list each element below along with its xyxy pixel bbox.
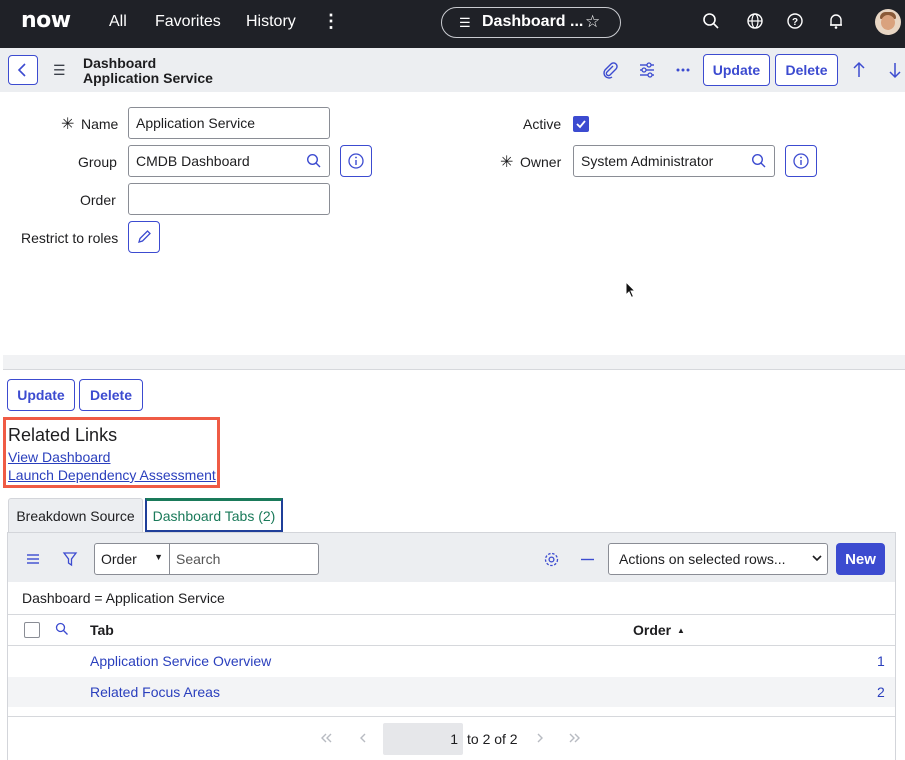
- name-field[interactable]: Application Service: [128, 107, 330, 139]
- globe-icon[interactable]: [746, 12, 768, 34]
- caret-down-icon: ▼: [154, 552, 163, 562]
- row-order-value[interactable]: 2: [877, 684, 885, 700]
- column-header-tab[interactable]: Tab: [90, 622, 114, 638]
- owner-label: Owner: [520, 154, 562, 170]
- filter-condition-breadcrumb[interactable]: Dashboard = Application Service: [22, 590, 225, 606]
- back-button[interactable]: [8, 55, 38, 85]
- actions-on-selected-rows-select[interactable]: Actions on selected rows...: [608, 543, 828, 575]
- select-all-checkbox[interactable]: [24, 622, 40, 638]
- next-record-arrow-icon[interactable]: [885, 60, 905, 80]
- actions-select-value: Actions on selected rows...: [619, 551, 786, 567]
- info-icon: [348, 153, 364, 169]
- nav-history[interactable]: History: [246, 13, 296, 31]
- bottom-delete-button[interactable]: Delete: [79, 379, 143, 411]
- divider: [3, 369, 905, 370]
- previous-page-icon[interactable]: [356, 731, 370, 748]
- next-page-icon[interactable]: [533, 731, 547, 748]
- page-number-input[interactable]: 1: [383, 723, 463, 755]
- first-page-icon[interactable]: [319, 731, 333, 748]
- help-icon[interactable]: ?: [786, 12, 808, 34]
- group-label: Group: [78, 154, 117, 170]
- order-label: Order: [80, 192, 116, 208]
- servicenow-logo[interactable]: now: [21, 8, 71, 33]
- required-indicator: ✳: [500, 154, 514, 171]
- owner-lookup-button[interactable]: [743, 145, 775, 177]
- tab-dashboard-tabs[interactable]: Dashboard Tabs (2): [145, 498, 283, 532]
- sort-ascending-icon: ▲: [677, 626, 685, 635]
- dashboard-pill-title: Dashboard ...: [482, 13, 584, 30]
- launch-dependency-assessment-link[interactable]: Launch Dependency Assessment: [8, 467, 216, 483]
- update-button[interactable]: Update: [703, 54, 770, 86]
- user-avatar[interactable]: [875, 9, 901, 35]
- edit-roles-button[interactable]: [128, 221, 160, 253]
- bottom-update-button[interactable]: Update: [7, 379, 75, 411]
- collapse-list-icon[interactable]: [579, 551, 596, 571]
- row-tab-link[interactable]: Related Focus Areas: [90, 684, 220, 700]
- list-menu-icon[interactable]: [25, 551, 41, 570]
- search-field-select[interactable]: Order ▼: [94, 543, 170, 575]
- group-info-button[interactable]: [340, 145, 372, 177]
- view-dashboard-link[interactable]: View Dashboard: [8, 449, 110, 465]
- divider: [8, 716, 895, 717]
- new-button[interactable]: New: [836, 543, 885, 575]
- last-page-icon[interactable]: [568, 731, 582, 748]
- search-icon: [306, 153, 320, 168]
- active-checkbox[interactable]: [573, 116, 589, 132]
- notifications-bell-icon[interactable]: [827, 12, 849, 34]
- required-indicator: ✳: [61, 116, 75, 133]
- owner-field[interactable]: System Administrator: [573, 145, 744, 177]
- filter-icon[interactable]: [62, 551, 78, 570]
- delete-button[interactable]: Delete: [775, 54, 838, 86]
- search-icon[interactable]: [702, 12, 724, 34]
- group-lookup-button[interactable]: [298, 145, 330, 177]
- nav-all[interactable]: All: [109, 13, 127, 31]
- related-links-title: Related Links: [8, 425, 118, 445]
- record-type-title: Dashboard: [83, 55, 157, 71]
- more-options-icon[interactable]: [673, 60, 693, 80]
- name-label: Name: [81, 116, 119, 132]
- list-search-input[interactable]: Search: [169, 543, 319, 575]
- record-name-title: Application Service: [83, 70, 213, 86]
- mouse-cursor: [625, 280, 637, 302]
- nav-more-icon[interactable]: ⋮: [322, 11, 340, 32]
- list-settings-gear-icon[interactable]: [543, 551, 560, 571]
- info-icon: [793, 153, 809, 169]
- previous-record-arrow-icon[interactable]: [849, 60, 869, 80]
- search-icon: [751, 153, 765, 168]
- divider: [8, 614, 895, 615]
- row-tab-link[interactable]: Application Service Overview: [90, 653, 271, 669]
- form-section-spacer: [3, 355, 905, 369]
- column-search-icon[interactable]: [55, 622, 69, 639]
- tab-breakdown-source[interactable]: Breakdown Source: [8, 498, 143, 532]
- nav-favorites[interactable]: Favorites: [155, 13, 221, 31]
- list-icon: ☰: [459, 15, 471, 30]
- active-label: Active: [523, 116, 562, 132]
- order-field[interactable]: [128, 183, 330, 215]
- dashboard-context-pill[interactable]: ☰ Dashboard ... ☆: [441, 7, 621, 38]
- checkmark-icon: [576, 120, 586, 129]
- chevron-down-icon: [811, 551, 823, 567]
- owner-info-button[interactable]: [785, 145, 817, 177]
- attachment-icon[interactable]: [600, 60, 620, 80]
- divider: [8, 645, 895, 646]
- restrict-to-roles-label: Restrict to roles: [21, 230, 119, 246]
- favorite-star-icon[interactable]: ☆: [585, 12, 600, 32]
- personalize-form-icon[interactable]: [637, 60, 657, 80]
- column-header-order[interactable]: Order: [633, 622, 671, 638]
- page-range-text: to 2 of 2: [467, 731, 518, 747]
- pencil-icon: [138, 230, 151, 243]
- form-context-menu-icon[interactable]: ☰: [53, 62, 66, 79]
- chevron-left-icon: [17, 63, 26, 77]
- search-field-value: Order: [101, 551, 137, 567]
- group-field[interactable]: CMDB Dashboard: [128, 145, 299, 177]
- svg-text:?: ?: [792, 17, 798, 28]
- row-order-value[interactable]: 1: [877, 653, 885, 669]
